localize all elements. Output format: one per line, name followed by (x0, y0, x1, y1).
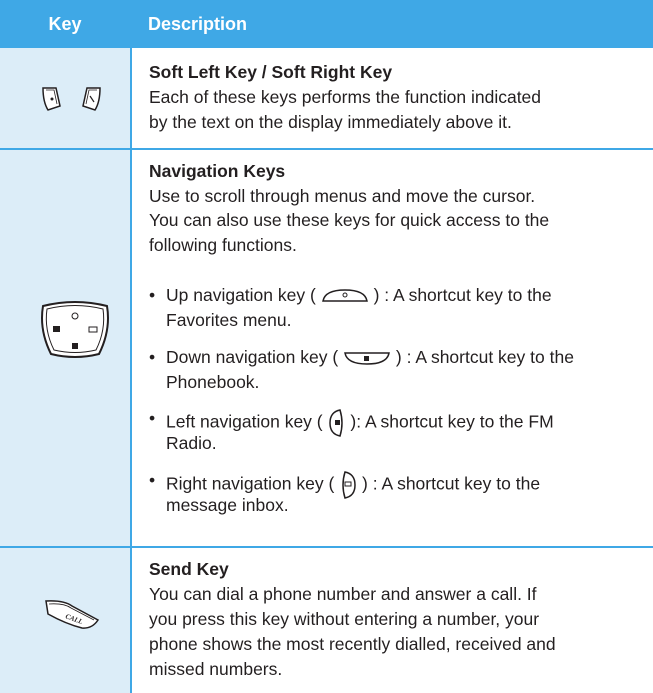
send-key-icon: CALL (45, 600, 100, 629)
send-key-title: Send Key (149, 559, 229, 579)
navigation-keys-title: Navigation Keys (149, 161, 286, 181)
up-navigation-item: Up navigation key ( ) : A shortcut key t… (166, 285, 552, 305)
header-key: Key (48, 14, 82, 34)
description-line: missed numbers. (149, 659, 283, 679)
left-navigation-icon (328, 409, 343, 437)
column-divider (130, 48, 132, 693)
bullet-marker: • (149, 408, 156, 428)
bullet-marker: • (149, 470, 156, 490)
description-line: phone shows the most recently dialled, r… (149, 634, 556, 654)
down-navigation-item: Down navigation key ( ) : A shortcut key… (166, 347, 574, 367)
soft-keys-title: Soft Left Key / Soft Right Key (149, 62, 393, 82)
down-navigation-item-cont: Phonebook. (166, 372, 260, 392)
table-header: Key Description (0, 0, 653, 48)
row-divider (0, 148, 653, 150)
description-line: following functions. (149, 235, 297, 255)
left-navigation-item: Left navigation key ( ): A shortcut key … (166, 408, 554, 438)
description-line: Each of these keys performs the function… (149, 87, 542, 107)
up-navigation-icon (321, 289, 368, 303)
key-description-table: Key Description CALL Soft Left Key / Sof… (0, 0, 653, 693)
bullet-marker: • (149, 285, 156, 305)
description-line: You can dial a phone number and answer a… (149, 584, 537, 604)
header-description: Description (148, 14, 248, 34)
soft-keys-icon (42, 87, 101, 111)
right-navigation-item-cont: message inbox. (166, 495, 289, 515)
up-navigation-item-cont: Favorites menu. (166, 310, 292, 330)
description-line: by the text on the display immediately a… (149, 112, 512, 132)
description-line: You can also use these keys for quick ac… (149, 210, 550, 230)
description-line: Use to scroll through menus and move the… (149, 186, 536, 206)
row-divider (0, 546, 653, 548)
down-navigation-icon (344, 352, 390, 366)
left-navigation-item-cont: Radio. (166, 433, 217, 453)
navigation-keys-icon (41, 301, 109, 358)
description-line: you press this key without entering a nu… (149, 609, 540, 629)
right-navigation-icon (342, 471, 356, 499)
bullet-marker: • (149, 347, 156, 367)
